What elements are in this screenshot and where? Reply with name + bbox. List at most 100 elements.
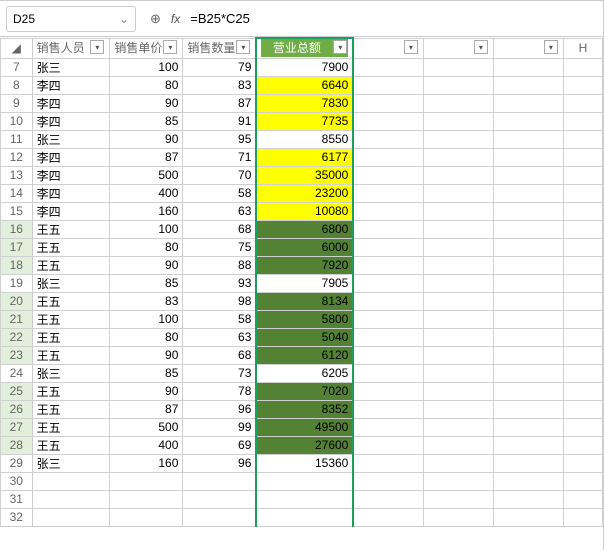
cell[interactable]: 400 [110,184,183,202]
cell[interactable] [423,436,493,454]
cell[interactable] [423,238,493,256]
cell[interactable]: 100 [110,58,183,76]
filter-icon[interactable]: ▾ [333,40,347,54]
cell[interactable] [563,364,602,382]
cell[interactable]: 100 [110,220,183,238]
cell[interactable]: 35000 [256,166,353,184]
cell[interactable]: 58 [183,310,257,328]
cell[interactable] [563,454,602,472]
cell[interactable]: 6800 [256,220,353,238]
cell[interactable]: 8550 [256,130,353,148]
cell[interactable]: 王五 [32,400,110,418]
cell[interactable]: 88 [183,256,257,274]
cell[interactable] [423,454,493,472]
row-header[interactable]: 24 [1,364,33,382]
cell[interactable] [493,76,563,94]
cell[interactable]: 6177 [256,148,353,166]
cell[interactable] [353,346,423,364]
cell[interactable]: 100 [110,310,183,328]
cell[interactable] [563,472,602,490]
cell[interactable]: 王五 [32,238,110,256]
cell[interactable]: 63 [183,202,257,220]
col-header-g[interactable]: ▾ [493,38,563,58]
cell[interactable] [423,328,493,346]
row-header[interactable]: 21 [1,310,33,328]
filter-icon[interactable]: ▾ [90,40,104,54]
cell[interactable] [563,346,602,364]
cell[interactable] [493,274,563,292]
cell[interactable]: 68 [183,346,257,364]
cell[interactable]: 90 [110,130,183,148]
row-header[interactable]: 26 [1,400,33,418]
cell[interactable]: 8134 [256,292,353,310]
cell[interactable]: 63 [183,328,257,346]
cell[interactable] [423,400,493,418]
row-header[interactable]: 32 [1,508,33,526]
cell[interactable]: 10080 [256,202,353,220]
cell[interactable] [423,94,493,112]
cell[interactable]: 李四 [32,148,110,166]
row-header[interactable]: 19 [1,274,33,292]
cell[interactable]: 73 [183,364,257,382]
cell[interactable] [423,184,493,202]
cell[interactable] [493,220,563,238]
cell[interactable]: 23200 [256,184,353,202]
cell[interactable]: 8352 [256,400,353,418]
cell[interactable]: 160 [110,454,183,472]
cell[interactable] [493,58,563,76]
cell[interactable] [493,112,563,130]
cell[interactable] [353,148,423,166]
cell[interactable]: 张三 [32,58,110,76]
cell[interactable]: 王五 [32,220,110,238]
cell[interactable]: 7900 [256,58,353,76]
cell[interactable]: 王五 [32,436,110,454]
cell[interactable] [563,400,602,418]
row-header[interactable]: 31 [1,490,33,508]
cell[interactable] [423,202,493,220]
cell[interactable]: 6000 [256,238,353,256]
cell[interactable] [493,202,563,220]
row-header[interactable]: 28 [1,436,33,454]
cell[interactable]: 500 [110,166,183,184]
cell[interactable] [353,238,423,256]
cell[interactable] [353,94,423,112]
cell[interactable] [423,472,493,490]
cell[interactable] [563,184,602,202]
cell[interactable]: 李四 [32,112,110,130]
cell[interactable]: 王五 [32,328,110,346]
cell[interactable] [256,472,353,490]
cell[interactable]: 王五 [32,382,110,400]
cell[interactable]: 张三 [32,274,110,292]
cell[interactable] [353,130,423,148]
cell[interactable] [493,418,563,436]
row-header[interactable]: 11 [1,130,33,148]
cell[interactable] [256,490,353,508]
cell[interactable]: 80 [110,238,183,256]
row-header[interactable]: 16 [1,220,33,238]
cell[interactable]: 90 [110,346,183,364]
cell[interactable]: 15360 [256,454,353,472]
row-header[interactable]: 14 [1,184,33,202]
cell[interactable] [353,58,423,76]
cell[interactable] [493,346,563,364]
cell[interactable]: 93 [183,274,257,292]
cell[interactable] [353,256,423,274]
row-header[interactable]: 9 [1,94,33,112]
cell[interactable]: 6205 [256,364,353,382]
col-header-e[interactable]: ▾ [353,38,423,58]
cell[interactable] [423,364,493,382]
cell[interactable]: 85 [110,364,183,382]
cell[interactable] [353,220,423,238]
cell[interactable] [493,184,563,202]
row-header[interactable]: 12 [1,148,33,166]
cell[interactable]: 98 [183,292,257,310]
cell[interactable]: 王五 [32,310,110,328]
cell[interactable] [563,508,602,526]
formula-input[interactable]: =B25*C25 [190,11,250,26]
cell[interactable] [353,202,423,220]
cell[interactable] [563,148,602,166]
cell[interactable] [563,58,602,76]
cell[interactable] [353,400,423,418]
cell[interactable] [32,490,110,508]
filter-icon[interactable]: ▾ [236,40,250,54]
